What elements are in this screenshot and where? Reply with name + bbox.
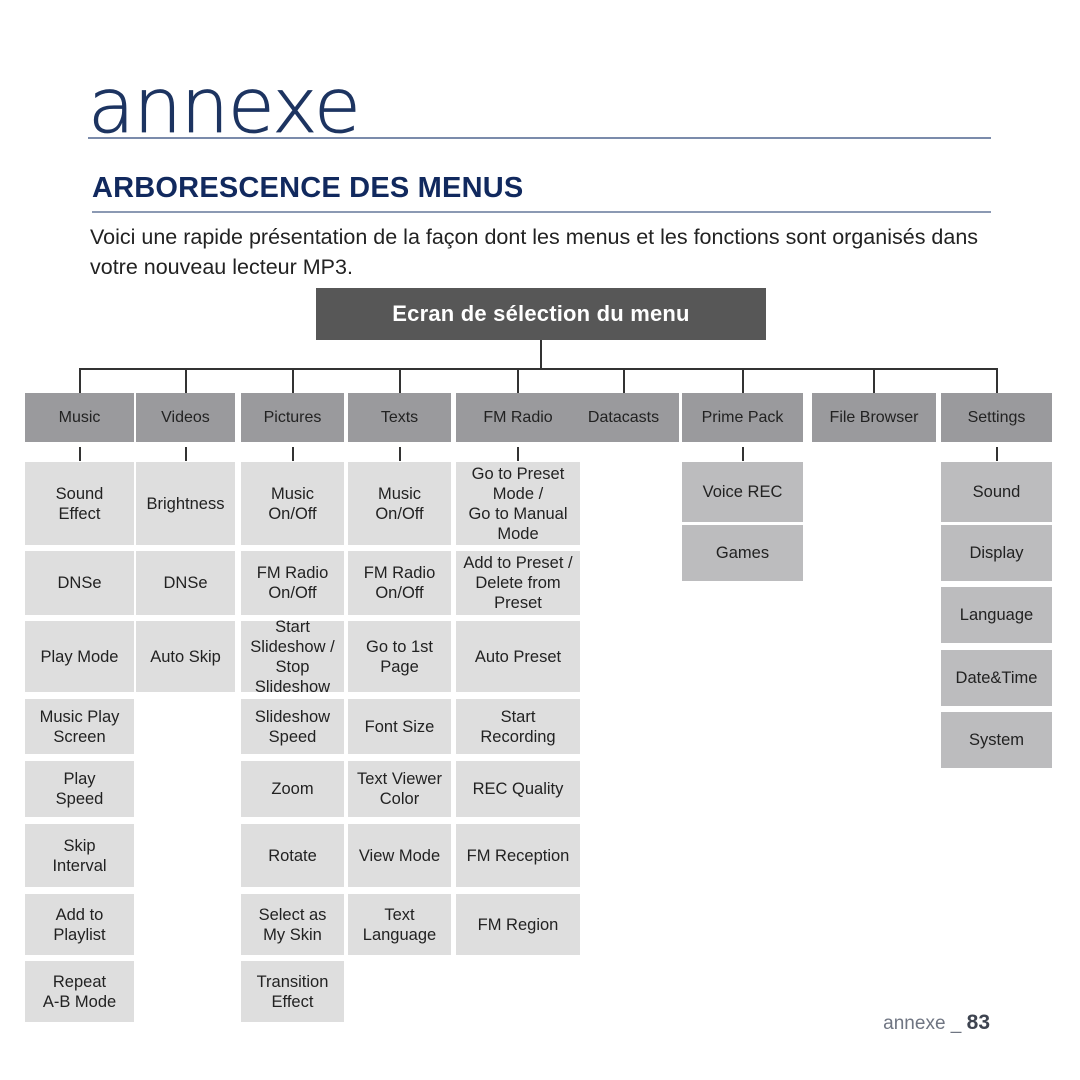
footer: annexe _ 83: [883, 1011, 990, 1035]
submenu-node-skip-interval[interactable]: Skip Interval: [25, 824, 134, 887]
submenu-node-music-on-off[interactable]: Music On/Off: [241, 462, 344, 545]
menu-node-file-browser[interactable]: File Browser: [812, 393, 936, 442]
connector-vertical: [995, 447, 998, 461]
connector-vertical: [995, 368, 998, 393]
footer-label: annexe _: [883, 1013, 962, 1034]
submenu-node-text-language[interactable]: Text Language: [348, 894, 451, 955]
connector-vertical: [741, 368, 744, 393]
connector-vertical: [184, 368, 187, 393]
submenu-node-fm-region[interactable]: FM Region: [456, 894, 580, 955]
submenu-node-fm-reception[interactable]: FM Reception: [456, 824, 580, 887]
menu-node-texts[interactable]: Texts: [348, 393, 451, 442]
connector-vertical: [78, 368, 81, 393]
submenu-node-brightness[interactable]: Brightness: [136, 462, 235, 545]
submenu-node-sound[interactable]: Sound: [941, 462, 1052, 522]
connector-vertical: [184, 447, 187, 461]
submenu-node-date-time[interactable]: Date&Time: [941, 650, 1052, 706]
submenu-node-start-slideshow-stop-slideshow[interactable]: Start Slideshow / Stop Slideshow: [241, 618, 344, 696]
connector-vertical: [398, 447, 401, 461]
submenu-node-voice-rec[interactable]: Voice REC: [682, 462, 803, 522]
submenu-node-sound-effect[interactable]: Sound Effect: [25, 462, 134, 545]
menu-tree: Music Sound Effect DNSe Play Mode Music Play…: [0, 0, 1080, 1080]
submenu-node-music-on-off[interactable]: Music On/Off: [348, 462, 451, 545]
submenu-node-language[interactable]: Language: [941, 587, 1052, 643]
submenu-node-auto-preset[interactable]: Auto Preset: [456, 621, 580, 692]
submenu-node-text-viewer-color[interactable]: Text Viewer Color: [348, 761, 451, 817]
submenu-node-add-to-playlist[interactable]: Add to Playlist: [25, 894, 134, 955]
connector-vertical: [398, 368, 401, 393]
submenu-node-play-mode[interactable]: Play Mode: [25, 621, 134, 692]
submenu-node-go-to-preset-mode-go-to-manual-mode[interactable]: Go to Preset Mode / Go to Manual Mode: [456, 462, 580, 545]
submenu-node-play-speed[interactable]: Play Speed: [25, 761, 134, 817]
submenu-node-font-size[interactable]: Font Size: [348, 699, 451, 754]
connector-vertical: [540, 340, 542, 370]
menu-node-settings[interactable]: Settings: [941, 393, 1052, 442]
submenu-node-display[interactable]: Display: [941, 525, 1052, 581]
submenu-node-view-mode[interactable]: View Mode: [348, 824, 451, 887]
submenu-node-dnse[interactable]: DNSe: [25, 551, 134, 615]
menu-node-music[interactable]: Music: [25, 393, 134, 442]
submenu-node-rotate[interactable]: Rotate: [241, 824, 344, 887]
submenu-node-fm-radio-on-off[interactable]: FM Radio On/Off: [348, 551, 451, 615]
menu-node-fm-radio[interactable]: FM Radio: [456, 393, 580, 442]
submenu-node-system[interactable]: System: [941, 712, 1052, 768]
submenu-node-slideshow-speed[interactable]: Slideshow Speed: [241, 699, 344, 754]
submenu-node-auto-skip[interactable]: Auto Skip: [136, 621, 235, 692]
submenu-node-transition-effect[interactable]: Transition Effect: [241, 961, 344, 1022]
submenu-node-rec-quality[interactable]: REC Quality: [456, 761, 580, 817]
submenu-node-fm-radio-on-off[interactable]: FM Radio On/Off: [241, 551, 344, 615]
submenu-node-select-as-my-skin[interactable]: Select as My Skin: [241, 894, 344, 955]
menu-node-pictures[interactable]: Pictures: [241, 393, 344, 442]
page-root: annexe ARBORESCENCE DES MENUS Voici une …: [0, 0, 1080, 1080]
menu-node-datacasts[interactable]: Datacasts: [568, 393, 679, 442]
submenu-node-repeat-a-b-mode[interactable]: Repeat A-B Mode: [25, 961, 134, 1022]
connector-vertical: [291, 447, 294, 461]
submenu-node-zoom[interactable]: Zoom: [241, 761, 344, 817]
footer-page-number: 83: [966, 1011, 990, 1034]
submenu-node-games[interactable]: Games: [682, 525, 803, 581]
connector-horizontal: [78, 368, 998, 370]
menu-node-prime-pack[interactable]: Prime Pack: [682, 393, 803, 442]
connector-vertical: [291, 368, 294, 393]
connector-vertical: [873, 368, 875, 393]
connector-vertical: [622, 368, 625, 393]
submenu-node-add-to-preset-delete-from-preset[interactable]: Add to Preset / Delete from Preset: [456, 551, 580, 615]
submenu-node-music-play-screen[interactable]: Music Play Screen: [25, 699, 134, 754]
submenu-node-start-recording[interactable]: Start Recording: [456, 699, 580, 754]
connector-vertical: [517, 368, 519, 393]
connector-vertical: [78, 447, 81, 461]
submenu-node-go-to-1st-page[interactable]: Go to 1st Page: [348, 621, 451, 692]
connector-vertical: [517, 447, 519, 461]
connector-vertical: [741, 447, 744, 461]
submenu-node-dnse[interactable]: DNSe: [136, 551, 235, 615]
menu-node-videos[interactable]: Videos: [136, 393, 235, 442]
